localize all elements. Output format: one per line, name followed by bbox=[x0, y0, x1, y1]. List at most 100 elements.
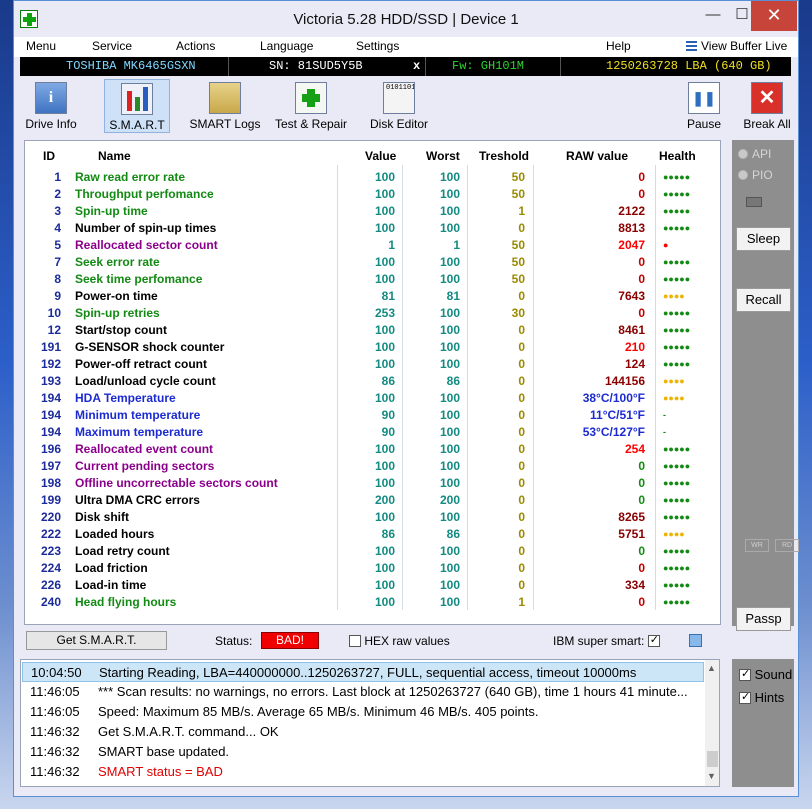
hex-raw-checkbox[interactable]: HEX raw values bbox=[349, 634, 450, 648]
device-close-icon[interactable]: x bbox=[413, 59, 420, 73]
table-row[interactable]: 10 Spin-up retries 253 100 30 0 ●●●●● bbox=[25, 305, 720, 322]
attr-name: Spin-up time bbox=[75, 204, 148, 218]
get-smart-button[interactable]: Get S.M.A.R.T. bbox=[26, 631, 167, 650]
attr-value: 100 bbox=[374, 561, 395, 575]
col-worst[interactable]: Worst bbox=[426, 149, 460, 163]
table-row[interactable]: 7 Seek error rate 100 100 50 0 ●●●●● bbox=[25, 254, 720, 271]
attr-treshold: 0 bbox=[518, 544, 525, 558]
scroll-down-icon[interactable]: ▼ bbox=[707, 771, 716, 781]
attr-name: Spin-up retries bbox=[75, 306, 160, 320]
table-row[interactable]: 194 Minimum temperature 90 100 0 11°C/51°F - bbox=[25, 407, 720, 424]
log-entry[interactable]: 10:04:50 Starting Reading, LBA=440000000.… bbox=[22, 662, 704, 682]
log-entry[interactable]: 11:46:05 *** Scan results: no warnings, n… bbox=[22, 682, 704, 702]
menu-language[interactable]: Language bbox=[260, 39, 313, 53]
ibm-super-smart-checkbox[interactable]: IBM super smart: bbox=[553, 633, 660, 648]
attr-id: 194 bbox=[40, 425, 61, 439]
table-row[interactable]: 193 Load/unload cycle count 86 86 0 144156 ●●●… bbox=[25, 373, 720, 390]
smart-button[interactable]: S.M.A.R.T bbox=[104, 79, 170, 133]
smart-logs-button[interactable]: SMART Logs bbox=[186, 79, 264, 133]
attr-health: - bbox=[663, 410, 666, 420]
log-entry[interactable]: 11:46:32 Get S.M.A.R.T. command... OK bbox=[22, 722, 704, 742]
table-row[interactable]: 199 Ultra DMA CRC errors 200 200 0 0 ●●●●● bbox=[25, 492, 720, 509]
menu-service[interactable]: Service bbox=[92, 39, 132, 53]
menu-settings[interactable]: Settings bbox=[356, 39, 399, 53]
scroll-thumb[interactable] bbox=[707, 751, 718, 767]
attr-id: 193 bbox=[40, 374, 61, 388]
recall-button[interactable]: Recall bbox=[736, 288, 791, 312]
hints-checkbox[interactable]: Hints bbox=[739, 690, 784, 705]
table-row[interactable]: 224 Load friction 100 100 0 0 ●●●●● bbox=[25, 560, 720, 577]
attr-name: Current pending sectors bbox=[75, 459, 215, 473]
table-row[interactable]: 226 Load-in time 100 100 0 334 ●●●●● bbox=[25, 577, 720, 594]
table-row[interactable]: 222 Loaded hours 86 86 0 5751 ●●●● bbox=[25, 526, 720, 543]
log-entry[interactable]: 11:46:05 Speed: Maximum 85 MB/s. Average … bbox=[22, 702, 704, 722]
minimize-button[interactable]: — bbox=[698, 1, 728, 31]
col-value[interactable]: Value bbox=[365, 149, 396, 163]
table-row[interactable]: 196 Reallocated event count 100 100 0 254 ●●●●… bbox=[25, 441, 720, 458]
col-health[interactable]: Health bbox=[659, 149, 696, 163]
col-name[interactable]: Name bbox=[98, 149, 131, 163]
attr-health: ●●●●● bbox=[663, 580, 691, 590]
attr-treshold: 50 bbox=[511, 187, 525, 201]
table-row[interactable]: 223 Load retry count 100 100 0 0 ●●●●● bbox=[25, 543, 720, 560]
log-entry[interactable]: 11:46:32 SMART status = BAD bbox=[22, 762, 704, 782]
attr-value: 100 bbox=[374, 187, 395, 201]
sleep-button[interactable]: Sleep bbox=[736, 227, 791, 251]
view-buffer-live-button[interactable]: View Buffer Live bbox=[686, 39, 787, 53]
scroll-up-icon[interactable]: ▲ bbox=[707, 663, 716, 673]
checkbox-checked-icon bbox=[647, 633, 660, 647]
attr-value: 100 bbox=[374, 323, 395, 337]
table-row[interactable]: 220 Disk shift 100 100 0 8265 ●●●●● bbox=[25, 509, 720, 526]
log-message: *** Scan results: no warnings, no errors… bbox=[98, 684, 688, 699]
col-id[interactable]: ID bbox=[43, 149, 55, 163]
color-indicator[interactable] bbox=[689, 634, 702, 647]
side-panel: API PIO Sleep Recall WR RD Passp bbox=[732, 140, 799, 631]
attr-treshold: 0 bbox=[518, 442, 525, 456]
table-row[interactable]: 240 Head flying hours 100 100 1 0 ●●●●● bbox=[25, 594, 720, 611]
table-row[interactable]: 198 Offline uncorrectable sectors count 10… bbox=[25, 475, 720, 492]
api-radio[interactable]: API bbox=[738, 147, 771, 161]
table-row[interactable]: 194 HDA Temperature 100 100 0 38°C/100°F ●●●● bbox=[25, 390, 720, 407]
attr-raw-value: 2122 bbox=[618, 204, 645, 218]
attr-treshold: 1 bbox=[518, 204, 525, 218]
table-row[interactable]: 3 Spin-up time 100 100 1 2122 ●●●●● bbox=[25, 203, 720, 220]
attr-treshold: 50 bbox=[511, 272, 525, 286]
log-panel: 10:04:50 Starting Reading, LBA=440000000.… bbox=[20, 659, 720, 787]
pause-button[interactable]: ❚❚ Pause bbox=[680, 79, 728, 133]
drive-info-button[interactable]: i Drive Info bbox=[22, 79, 80, 133]
disk-editor-button[interactable]: 01011011010011010 Disk Editor bbox=[360, 79, 438, 133]
menu-help[interactable]: Help bbox=[606, 39, 631, 53]
table-row[interactable]: 5 Reallocated sector count 1 1 50 2047 ● bbox=[25, 237, 720, 254]
attr-worst: 200 bbox=[439, 493, 460, 507]
table-row[interactable]: 2 Throughput perfomance 100 100 50 0 ●●●●● bbox=[25, 186, 720, 203]
col-raw[interactable]: RAW value bbox=[566, 149, 628, 163]
table-row[interactable]: 191 G-SENSOR shock counter 100 100 0 210 ●●●●● bbox=[25, 339, 720, 356]
menu-actions[interactable]: Actions bbox=[176, 39, 215, 53]
close-button[interactable]: ✕ bbox=[751, 1, 797, 31]
table-row[interactable]: 197 Current pending sectors 100 100 0 0 ●●●●● bbox=[25, 458, 720, 475]
table-row[interactable]: 194 Maximum temperature 90 100 0 53°C/127°F - bbox=[25, 424, 720, 441]
pio-radio[interactable]: PIO bbox=[738, 168, 773, 182]
attr-raw-value: 0 bbox=[638, 595, 645, 609]
log-entry[interactable]: 11:46:32 SMART base updated. bbox=[22, 742, 704, 762]
table-row[interactable]: 12 Start/stop count 100 100 0 8461 ●●●●● bbox=[25, 322, 720, 339]
test-repair-button[interactable]: Test & Repair bbox=[272, 79, 350, 133]
log-scrollbar[interactable]: ▲ ▼ bbox=[705, 660, 719, 786]
sound-checkbox[interactable]: Sound bbox=[739, 667, 792, 682]
table-row[interactable]: 9 Power-on time 81 81 0 7643 ●●●● bbox=[25, 288, 720, 305]
attr-treshold: 0 bbox=[518, 578, 525, 592]
window-title: Victoria 5.28 HDD/SSD | Device 1 bbox=[293, 11, 519, 28]
attr-name: Maximum temperature bbox=[75, 425, 204, 439]
table-row[interactable]: 8 Seek time perfomance 100 100 50 0 ●●●●● bbox=[25, 271, 720, 288]
break-all-button[interactable]: ✕ Break All bbox=[742, 79, 792, 133]
table-row[interactable]: 1 Raw read error rate 100 100 50 0 ●●●●● bbox=[25, 169, 720, 186]
table-row[interactable]: 4 Number of spin-up times 100 100 0 8813 ●●●●● bbox=[25, 220, 720, 237]
attr-treshold: 0 bbox=[518, 425, 525, 439]
menu-menu[interactable]: Menu bbox=[26, 39, 56, 53]
title-bar: Victoria 5.28 HDD/SSD | Device 1 — ☐ ✕ bbox=[14, 1, 798, 37]
rd-indicator: RD bbox=[775, 539, 799, 552]
col-treshold[interactable]: Treshold bbox=[479, 149, 529, 163]
table-row[interactable]: 192 Power-off retract count 100 100 0 124 ●●●●… bbox=[25, 356, 720, 373]
passp-button[interactable]: Passp bbox=[736, 607, 791, 631]
attr-id: 12 bbox=[47, 323, 61, 337]
